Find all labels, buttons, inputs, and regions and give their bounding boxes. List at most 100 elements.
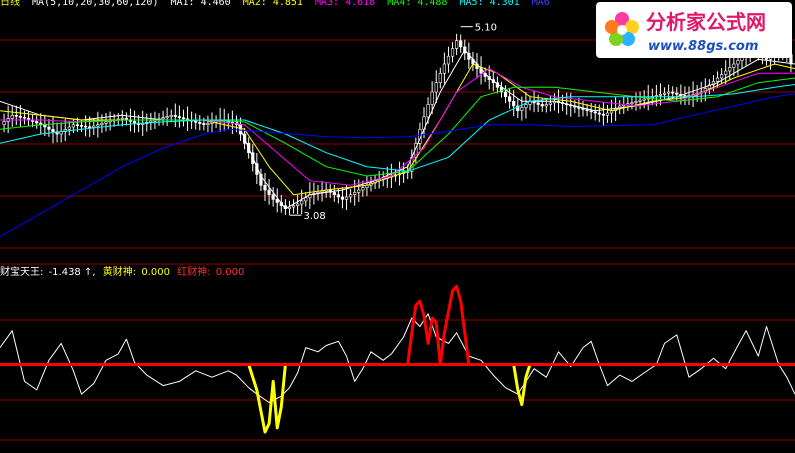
- candle-body: [84, 125, 88, 128]
- candle-body: [149, 120, 153, 123]
- candle-body: [349, 194, 353, 198]
- ma-params-label: MA(5,10,20,30,60,120): [32, 0, 159, 8]
- indicator-up-arrow-icon: ↑,: [84, 267, 96, 278]
- candle-body: [442, 63, 446, 74]
- candle-body: [438, 73, 442, 83]
- candle-body: [340, 196, 345, 200]
- candle-body: [75, 124, 80, 126]
- period-label: 日线: [0, 0, 20, 8]
- candle-body: [10, 115, 14, 119]
- candle-body: [593, 111, 597, 114]
- price-annotation-label: 5.10: [475, 23, 497, 34]
- candle-body: [18, 115, 22, 118]
- candle-body: [715, 77, 720, 82]
- ma6-label: MA6: [531, 0, 550, 8]
- indicator-legend: 财宝天王: -1.438 ↑, 黄财神: 0.000 红财神: 0.000: [0, 266, 250, 280]
- candle-body: [267, 189, 271, 195]
- candle-body: [459, 40, 463, 48]
- hong-value: 0.000: [215, 267, 245, 278]
- candle-body: [675, 92, 679, 95]
- candle-body: [667, 91, 671, 94]
- candle-body: [585, 109, 589, 111]
- candle-body: [22, 116, 27, 119]
- ma4-label: MA4: 4.488: [387, 0, 448, 8]
- candle-body: [132, 121, 137, 124]
- candle-body: [508, 96, 512, 102]
- candle-body: [165, 116, 169, 118]
- candle-body: [304, 197, 308, 202]
- candle-body: [724, 70, 728, 75]
- candle-body: [51, 129, 55, 132]
- candle-body: [120, 117, 124, 120]
- candle-body: [300, 200, 304, 205]
- candle-body: [455, 40, 459, 49]
- candle-body: [728, 67, 732, 72]
- ma1-line: [0, 49, 795, 210]
- main-legend: 日线 MA(5,10,20,30,60,120) MA1: 4.460 MA2:…: [0, 0, 556, 10]
- candle-body: [548, 102, 552, 105]
- candle-body: [173, 115, 177, 117]
- candle-body: [353, 192, 357, 195]
- ma5-line: [0, 84, 795, 172]
- candle-body: [336, 194, 340, 198]
- candle-body: [720, 74, 724, 79]
- logo-badge: 分析家公式网 www.88gs.com: [596, 2, 792, 58]
- candle-body: [732, 63, 736, 68]
- candle-body: [296, 203, 300, 206]
- logo-title: 分析家公式网: [646, 10, 766, 34]
- chart-canvas: 5.10 3.08: [0, 23, 795, 441]
- ma4-line: [0, 77, 795, 177]
- ma3-label: MA3: 4.618: [315, 0, 376, 8]
- candle-body: [2, 121, 6, 125]
- candle-body: [540, 104, 544, 107]
- candle-body: [430, 91, 434, 105]
- candle-body: [194, 120, 198, 123]
- candle-body: [169, 115, 173, 117]
- candle-body: [263, 185, 267, 191]
- candle-body: [589, 110, 593, 113]
- huang-label: 黄财神:: [102, 267, 137, 278]
- candle-body: [100, 122, 104, 125]
- logo-url: www.88gs.com: [648, 39, 758, 54]
- candle-body: [71, 124, 75, 128]
- candle-body: [503, 91, 508, 97]
- candle-body: [177, 116, 181, 118]
- candle-body: [630, 102, 634, 104]
- candle-body: [524, 104, 528, 108]
- candle-body: [181, 117, 186, 120]
- candle-body: [638, 99, 642, 102]
- candle-body: [202, 123, 206, 125]
- stock-chart: 5.10 3.08: [0, 0, 795, 449]
- candle-body: [597, 112, 601, 115]
- candle-body: [291, 205, 296, 208]
- candle-body: [605, 112, 610, 116]
- indicator-value: -1.438: [48, 267, 81, 278]
- candle-body: [198, 122, 202, 124]
- candle-body: [357, 189, 361, 193]
- candle-body: [536, 102, 540, 105]
- candle-body: [88, 126, 92, 129]
- huang-value: 0.000: [141, 267, 170, 278]
- ma1-label: MA1: 4.460: [170, 0, 231, 8]
- candle-body: [426, 104, 430, 118]
- candle-body: [206, 123, 210, 125]
- candle-body: [634, 101, 638, 103]
- candle-body: [601, 113, 605, 116]
- candle-body: [671, 91, 675, 94]
- candle-body: [512, 101, 516, 107]
- candle-body: [96, 124, 100, 127]
- candle-body: [361, 187, 365, 191]
- ma2-line: [0, 63, 795, 196]
- candle-body: [344, 196, 349, 200]
- candle-body: [450, 48, 455, 57]
- candle-body: [35, 121, 39, 124]
- candle-body: [104, 121, 108, 124]
- ma5-label: MA5: 4.301: [459, 0, 520, 8]
- candle-body: [642, 98, 646, 101]
- candle-body: [520, 107, 524, 111]
- candle-body: [79, 125, 84, 127]
- candle-body: [67, 126, 71, 130]
- price-annotation-label: 3.08: [303, 211, 325, 222]
- ma2-label: MA2: 4.851: [242, 0, 303, 8]
- candle-body: [736, 60, 740, 65]
